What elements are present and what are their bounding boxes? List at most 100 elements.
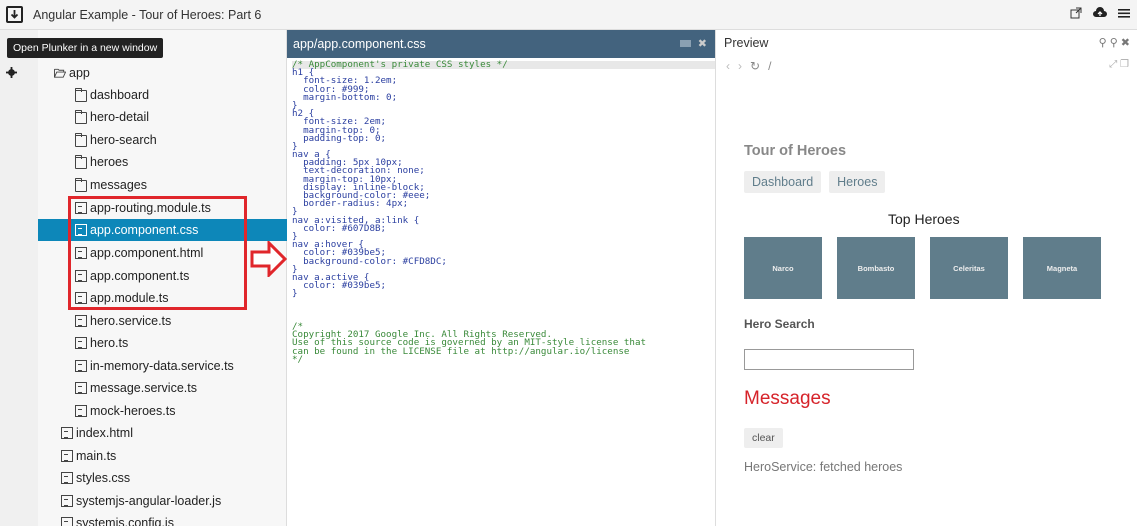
tree-label: main.ts (76, 449, 117, 463)
hero-tile[interactable]: Bombasto (837, 237, 915, 299)
tree-folder[interactable]: heroes (75, 151, 128, 173)
tree-folder-app[interactable]: app (54, 62, 90, 84)
file-icon (75, 337, 87, 349)
file-icon (61, 427, 73, 439)
tree-folder[interactable]: hero-search (75, 129, 157, 151)
file-icon (61, 472, 73, 484)
folder-icon (75, 155, 87, 169)
code-line: border-radius: 4px; (292, 198, 409, 210)
file-icon (61, 450, 73, 462)
arrow-right-icon (250, 241, 288, 277)
preview-pane: Preview ⚲⚲✖ ‹ › ↻ / ⤢ ❐ Tour of Heroes D… (716, 30, 1137, 526)
preview-path: / (768, 59, 772, 73)
messages-title: Messages (744, 388, 831, 409)
tree-label: hero.ts (90, 336, 129, 350)
zoom-in-icon[interactable]: ⚲ (1110, 37, 1121, 49)
back-icon[interactable]: ‹ (726, 59, 730, 73)
tree-file[interactable]: mock-heroes.ts (75, 400, 175, 422)
message-line: HeroService: fetched heroes (744, 460, 903, 474)
file-icon (75, 360, 87, 372)
top-heroes-title: Top Heroes (888, 211, 960, 227)
preview-toolbar: ⚲⚲✖ (1099, 36, 1133, 49)
editor-tab[interactable]: app/app.component.css ✖ (287, 30, 715, 58)
tree-file[interactable]: index.html (61, 422, 133, 444)
tree-label: in-memory-data.service.ts (90, 359, 234, 373)
tree-label: heroes (90, 155, 129, 169)
close-icon[interactable]: ✖ (698, 37, 707, 50)
tree-label: systemjs-angular-loader.js (76, 494, 222, 508)
file-icon (61, 517, 73, 526)
forward-icon[interactable]: › (738, 59, 742, 73)
tree-label: hero.service.ts (90, 314, 172, 328)
folder-icon (75, 110, 87, 124)
code-line: padding-top: 0; (292, 132, 387, 144)
tree-file[interactable]: systemjs.config.js (61, 512, 174, 526)
code-line: } (292, 140, 298, 152)
code-line: } (292, 288, 298, 300)
preview-nav-bar: ‹ › ↻ / ⤢ ❐ (716, 56, 1137, 76)
hero-tile[interactable]: Magneta (1023, 237, 1101, 299)
project-title: Angular Example - Tour of Heroes: Part 6 (33, 7, 262, 22)
code-line: can be found in the LICENSE file at http… (292, 345, 630, 357)
tree-folder[interactable]: dashboard (75, 84, 149, 106)
tree-folder[interactable]: hero-detail (75, 106, 149, 128)
annotation-box (68, 196, 247, 310)
code-line: } (292, 99, 298, 111)
app-nav: Dashboard Heroes (744, 171, 886, 193)
code-line: background-color: #CFD8DC; (292, 255, 447, 267)
app-title: Tour of Heroes (744, 143, 847, 159)
gear-icon[interactable] (6, 67, 17, 81)
tree-label: app (69, 66, 90, 80)
tree-label: index.html (76, 426, 133, 440)
preview-label: Preview (724, 36, 769, 50)
tree-file[interactable]: systemjs-angular-loader.js (61, 490, 221, 512)
tree-folder[interactable]: messages (75, 174, 147, 196)
tree-file[interactable]: hero.service.ts (75, 310, 171, 332)
top-bar: Angular Example - Tour of Heroes: Part 6 (0, 0, 1137, 30)
tree-file[interactable]: message.service.ts (75, 377, 197, 399)
hero-tile[interactable]: Celeritas (930, 237, 1008, 299)
folder-icon (75, 133, 87, 147)
refresh-icon[interactable]: ↻ (750, 59, 760, 73)
keyboard-icon[interactable] (680, 40, 691, 47)
tooltip: Open Plunker in a new window (7, 38, 164, 58)
clear-button[interactable]: clear (744, 428, 783, 448)
close-icon[interactable]: ✖ (1121, 37, 1133, 49)
file-icon (75, 405, 87, 417)
code-line: color: #039be5; (292, 280, 387, 292)
nav-dashboard-link[interactable]: Dashboard (744, 171, 822, 193)
tree-label: styles.css (76, 471, 131, 485)
folder-open-icon (54, 68, 66, 78)
tree-file[interactable]: in-memory-data.service.ts (75, 355, 234, 377)
tree-label: dashboard (90, 88, 150, 102)
expand-icon[interactable]: ⤢ ❐ (1109, 59, 1129, 70)
file-icon (75, 315, 87, 327)
external-link-icon[interactable] (1069, 7, 1083, 22)
editor-tab-title: app/app.component.css (293, 37, 426, 51)
tree-label: message.service.ts (90, 381, 197, 395)
file-icon (75, 382, 87, 394)
tree-label: hero-search (90, 133, 157, 147)
cloud-icon[interactable] (1093, 7, 1107, 22)
folder-icon (75, 178, 87, 192)
zoom-out-icon[interactable]: ⚲ (1099, 37, 1110, 49)
left-rail (0, 30, 38, 526)
tree-label: hero-detail (90, 110, 150, 124)
tree-label: messages (90, 178, 147, 192)
download-icon[interactable] (6, 6, 23, 23)
hero-tile[interactable]: Narco (744, 237, 822, 299)
nav-heroes-link[interactable]: Heroes (829, 171, 886, 193)
code-editor: app/app.component.css ✖ /* AppComponent'… (287, 30, 716, 526)
menu-icon[interactable] (1117, 7, 1131, 22)
tree-file[interactable]: main.ts (61, 445, 116, 467)
tree-file[interactable]: styles.css (61, 467, 130, 489)
hero-search-input[interactable] (744, 349, 914, 370)
tree-label: mock-heroes.ts (90, 404, 176, 418)
code-area[interactable]: /* AppComponent's private CSS styles */h… (287, 58, 715, 364)
top-right-toolbar (1069, 7, 1131, 22)
code-line: color: #607D8B; (292, 222, 387, 234)
code-line: */ (292, 353, 304, 365)
tree-file[interactable]: hero.ts (75, 332, 128, 354)
